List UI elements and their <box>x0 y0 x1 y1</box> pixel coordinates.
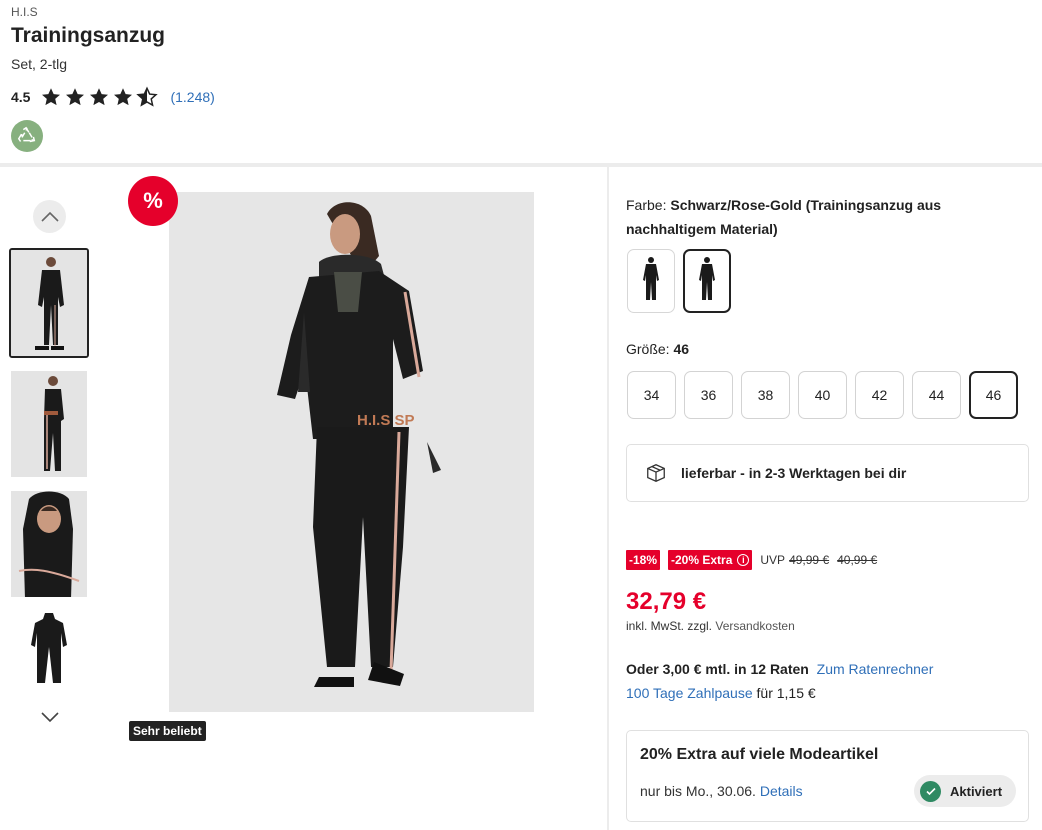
uvp-label: UVP <box>760 552 786 567</box>
extra-discount-label: -20% Extra <box>671 552 733 567</box>
color-label-prefix: Farbe: <box>626 197 667 213</box>
promo-details-link[interactable]: Details <box>760 783 803 799</box>
discount-badge: -18% <box>626 549 661 570</box>
check-icon <box>920 780 941 802</box>
thumbnail-image-4[interactable] <box>11 611 87 717</box>
installment-line: Oder 3,00 € mtl. in 12 Raten Zum Ratenre… <box>626 661 933 677</box>
sale-badge: % <box>128 176 178 226</box>
shipping-costs-link[interactable]: Versandkosten <box>715 619 794 633</box>
column-divider <box>607 167 609 830</box>
size-option-42[interactable]: 42 <box>855 371 904 419</box>
extra-discount-badge[interactable]: -20% Extra i <box>668 549 753 570</box>
product-title: Trainingsanzug <box>11 24 166 47</box>
size-option-40[interactable]: 40 <box>798 371 847 419</box>
size-option-38[interactable]: 38 <box>741 371 790 419</box>
vat-text: inkl. MwSt. zzgl. <box>626 619 713 633</box>
thumbnail-scroll-down-button[interactable] <box>38 708 62 726</box>
size-option-36[interactable]: 36 <box>684 371 733 419</box>
promo-title: 20% Extra auf viele Modeartikel <box>640 746 879 763</box>
info-icon[interactable]: i <box>737 553 750 566</box>
thumbnail-image-2[interactable] <box>11 371 87 477</box>
popular-tag: Sehr beliebt <box>129 721 206 741</box>
payment-pause-link[interactable]: 100 Tage Zahlpause <box>626 685 753 701</box>
size-label-prefix: Größe: <box>626 341 670 357</box>
color-label: Farbe: Schwarz/Rose-Gold (Trainingsanzug… <box>626 193 1026 241</box>
main-product-image[interactable]: H.I.S SP <box>169 192 534 712</box>
star-icon <box>114 88 133 106</box>
thumbnail-scroll-up-button[interactable] <box>33 200 66 233</box>
rating-value: 4.5 <box>11 89 31 105</box>
size-option-34[interactable]: 34 <box>627 371 676 419</box>
promo-status: Aktiviert <box>950 783 1003 799</box>
star-icon <box>90 88 109 106</box>
installment-text: Oder 3,00 € mtl. in 12 Raten <box>626 661 809 677</box>
star-icon <box>66 88 85 106</box>
color-value: Schwarz/Rose-Gold (Trainingsanzug aus na… <box>626 197 942 237</box>
old-price: 40,99 € <box>837 552 878 567</box>
header-divider <box>0 163 1042 167</box>
installment-calculator-link[interactable]: Zum Ratenrechner <box>817 661 934 677</box>
uvp-price: 49,99 € <box>789 552 830 567</box>
discount-row: -18% -20% Extra i UVP 49,99 € 40,99 € <box>626 549 877 570</box>
promo-activated-toggle[interactable]: Aktiviert <box>914 775 1016 807</box>
current-price: 32,79 € <box>626 588 707 615</box>
delivery-info-box: lieferbar - in 2-3 Werktagen bei dir <box>626 444 1029 502</box>
color-swatch-2[interactable] <box>683 249 731 313</box>
vat-line: inkl. MwSt. zzgl. Versandkosten <box>626 619 795 633</box>
product-subtitle: Set, 2-tlg <box>11 56 68 72</box>
promo-valid-until: nur bis Mo., 30.06. <box>640 783 756 799</box>
half-star-icon <box>136 86 159 107</box>
payment-pause-price: für 1,15 € <box>756 685 816 701</box>
recycle-icon[interactable] <box>11 120 43 152</box>
color-swatch-1[interactable] <box>627 249 675 313</box>
brand-name[interactable]: H.I.S <box>11 5 38 19</box>
size-label: Größe: 46 <box>626 341 689 357</box>
rating-row: 4.5 (1.248) <box>11 86 215 108</box>
size-value: 46 <box>673 341 690 357</box>
payment-pause-line: 100 Tage Zahlpause für 1,15 € <box>626 685 816 701</box>
size-option-44[interactable]: 44 <box>912 371 961 419</box>
rating-stars <box>40 86 159 108</box>
thumbnail-image-3[interactable] <box>11 491 87 597</box>
package-icon <box>647 464 665 482</box>
promo-box: 20% Extra auf viele Modeartikel nur bis … <box>626 730 1029 822</box>
star-icon <box>42 88 61 106</box>
svg-text:H.I.S SP: H.I.S SP <box>357 412 415 429</box>
rating-count-link[interactable]: (1.248) <box>170 89 214 105</box>
promo-subtitle: nur bis Mo., 30.06. Details <box>640 783 803 799</box>
size-option-46[interactable]: 46 <box>969 371 1018 419</box>
delivery-text: lieferbar - in 2-3 Werktagen bei dir <box>681 465 907 481</box>
thumbnail-image-1[interactable] <box>9 248 89 358</box>
